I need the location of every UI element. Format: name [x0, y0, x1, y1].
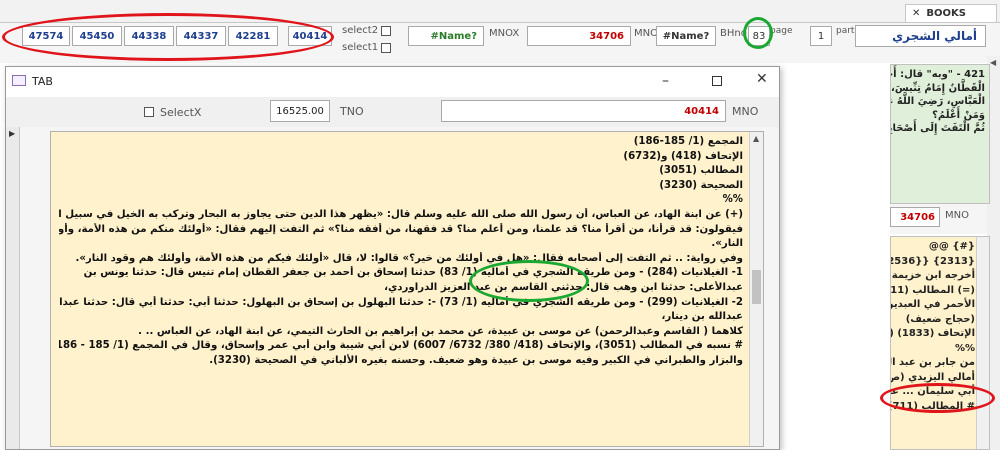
mnox-field[interactable]: 34706 — [527, 26, 631, 46]
panel-scrollbar[interactable] — [976, 237, 989, 449]
tab-window: TAB – ✕ SelectX 16525.00 TNO 40414 MNO ▶… — [5, 66, 780, 450]
mno-label: MNO — [732, 105, 759, 118]
tno-value-field[interactable]: 16525.00 — [270, 100, 330, 122]
memo-line: # نسبه في المطالب (3051)، والإتحاف (418/… — [59, 340, 743, 352]
close-icon[interactable]: ✕ — [756, 71, 768, 87]
memo-line: %% — [722, 194, 743, 206]
select1-label: select1 — [342, 42, 379, 53]
memo-line: والبزار والطبراني في الكبير وفيه موسى بن… — [209, 354, 743, 366]
maximize-icon[interactable] — [712, 76, 722, 86]
takhrij-panel: {#} @@ {2313} {{2536}} عن أبي جعفر محـ أ… — [890, 236, 990, 450]
red-highlight-ellipse — [2, 13, 334, 61]
red-highlight-ellipse-right — [880, 383, 995, 413]
memo-line: 1- الغيلانيات (284) - ومن طريقه الشجري ف… — [83, 267, 743, 279]
text-line: الأحمر في العبدين والجمعة — [891, 299, 975, 310]
page-label: page — [770, 26, 793, 36]
scroll-thumb[interactable] — [752, 270, 761, 304]
text-line: ثُمَّ الْتَفَتَ إِلَى أَصْحَابِهِ وَقَال… — [891, 123, 985, 134]
selectx-label: SelectX — [160, 106, 202, 119]
name-error-field[interactable]: #Name? — [408, 26, 484, 46]
text-line: {2313} {{2536}} عن أبي جعفر محـ — [891, 255, 975, 267]
mnox-label: MNOX — [489, 28, 520, 39]
memo-line: (+) عن ابنة الهاد، عن العباس، أن رسول ال… — [59, 208, 743, 220]
text-line: الإتحاف (1833) (4780) — [891, 328, 975, 339]
text-line: (حجاج ضعيف) — [905, 313, 975, 325]
takhrij-memo[interactable]: المجمع (1/ 185-186) الإتحاف (418) و(6732… — [50, 131, 764, 447]
text-line: %% — [954, 342, 975, 354]
text-line: وَمَنْ أَعْلَمُ؟ — [932, 109, 985, 121]
memo-line: 2- الغيلانيات (299) - ومن طريقه الشجري ف… — [59, 296, 743, 308]
form-icon — [12, 75, 26, 86]
right-mno-field[interactable]: 34706 — [890, 207, 940, 227]
text-line: أخرجه ابن خزيمة (1766) قال: حدثنا — [891, 270, 975, 281]
book-title-field[interactable]: أمالي الشجري — [855, 25, 986, 47]
text-line: 421 - "وبه" قال: أَخْبَرَنَا أَبُو طَالِ… — [891, 69, 985, 80]
memo-line: الإتحاف (418) و(6732) — [623, 150, 743, 162]
books-tab-label: BOOKS — [926, 8, 966, 19]
text-line: {#} @@ — [928, 241, 975, 252]
right-mno-label: MNO — [945, 210, 969, 221]
mno-label: MNO — [634, 28, 658, 39]
record-selector[interactable]: ▶ — [6, 127, 20, 449]
scroll-up-icon[interactable]: ▲ — [753, 134, 759, 143]
scroll-left-arrow-icon[interactable]: ◀ — [990, 58, 996, 67]
memo-line: الصحيحة (3230) — [659, 179, 743, 191]
mno-field[interactable]: 40414 — [441, 100, 726, 122]
name-error-field-2[interactable]: #Name? — [656, 26, 716, 46]
select2-label: select2 — [342, 25, 379, 36]
memo-line: المجمع (1/ 185-186) — [633, 136, 743, 147]
memo-line: المطالب (3051) — [659, 165, 743, 177]
hadith-text-panel: 421 - "وبه" قال: أَخْبَرَنَا أَبُو طَالِ… — [890, 64, 990, 204]
part-label: part — [836, 26, 855, 36]
select2-checkbox[interactable] — [381, 26, 391, 36]
green-highlight-ellipse — [469, 260, 589, 302]
tno-label: TNO — [340, 105, 364, 118]
text-line: الْعَبَّاسِ، رَضِيَ اللَّهُ عَنْهُ، أَنَ… — [891, 96, 985, 107]
memo-line: كلاهما ( القاسم وعبدالرحمن) عن موسى بن ع… — [138, 325, 743, 337]
books-tab[interactable]: ✕ BOOKS — [905, 4, 997, 22]
memo-line: عبدالأعلى: حدثنا ابن وهب قال: حدثني القا… — [384, 281, 743, 293]
memo-line: النار». — [711, 238, 743, 250]
selectx-checkbox[interactable] — [144, 107, 154, 117]
text-line: (=) المطالب (711)- (758) مسدد حـ — [891, 284, 975, 296]
text-line: من جابر بن عبد الله الأنصاري قال: كان — [891, 357, 975, 368]
page-field[interactable]: 1 — [810, 26, 832, 46]
window-toolbar: SelectX 16525.00 TNO 40414 MNO — [6, 97, 779, 127]
minimize-icon[interactable]: – — [662, 73, 669, 89]
select1-checkbox[interactable] — [381, 43, 391, 53]
memo-scrollbar[interactable]: ▲ — [749, 132, 763, 446]
memo-line: عبدالله بن دينار، — [661, 311, 743, 323]
window-title: TAB — [32, 75, 53, 88]
memo-line: وفي رواية: .. ثم التفت إلى أصحابه فقال: … — [75, 252, 743, 264]
current-record-icon: ▶ — [9, 129, 16, 138]
memo-line: فيقولون: قد قرأنا، من أقرأ منا؟ قد علمنا… — [59, 223, 743, 235]
close-icon[interactable]: ✕ — [912, 8, 920, 19]
window-titlebar[interactable]: TAB – ✕ — [6, 67, 779, 97]
text-line: الْقَطَّانُ إِمَامُ تِنِّيسَ، قَالَ: حَد… — [891, 82, 985, 94]
green-highlight-circle — [743, 17, 773, 49]
